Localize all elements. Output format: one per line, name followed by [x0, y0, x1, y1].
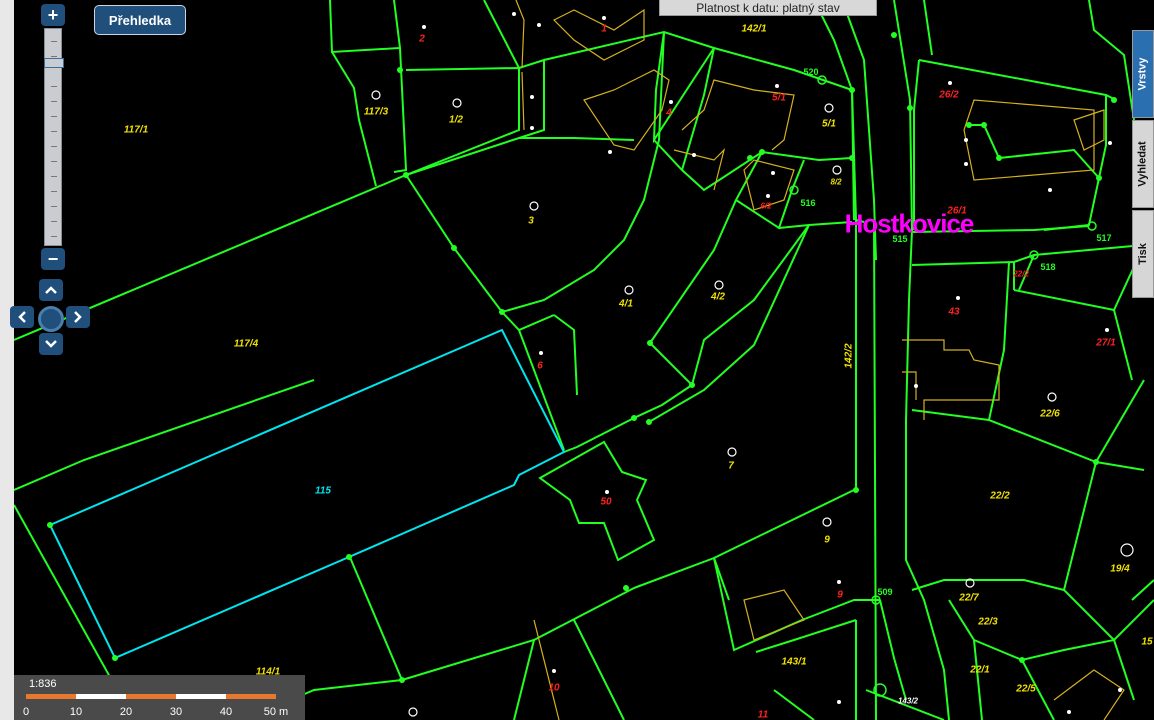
- cadastral-map[interactable]: 117/1 117/3 1/2 3 117/4 4/1 4/2 142/1 5/…: [14, 0, 1154, 720]
- building-label: 26/2: [939, 89, 959, 101]
- zoom-tick: [51, 206, 57, 207]
- zoom-slider-track[interactable]: [44, 28, 64, 246]
- building-label: 4: [666, 107, 672, 119]
- tab-print[interactable]: Tisk: [1132, 210, 1154, 298]
- zoom-tick: [51, 101, 57, 102]
- parcel-label: 22/7: [959, 592, 979, 604]
- parcel-label: 8/2: [830, 177, 842, 187]
- tab-search[interactable]: Vyhledat: [1132, 120, 1154, 208]
- validity-status-bar: Platnost k datu: platný stav: [659, 0, 877, 16]
- tab-label: Vrstvy: [1137, 57, 1149, 91]
- parcel-label: 22/5: [1016, 683, 1036, 695]
- parcel-label: 27/1: [1096, 337, 1116, 349]
- pan-down-button[interactable]: [39, 333, 63, 355]
- scale-segment: [176, 694, 226, 699]
- parcel-label: 15: [1141, 636, 1153, 648]
- parcel-label: 117/3: [363, 106, 389, 118]
- scale-tick-label: 40: [219, 706, 233, 718]
- zoom-tick: [51, 176, 57, 177]
- pan-control: [10, 279, 92, 355]
- parcel-label: 22/3: [978, 616, 998, 628]
- point-label: 516: [800, 198, 816, 208]
- point-label: 520: [803, 67, 819, 77]
- left-frame: [0, 0, 14, 720]
- zoom-in-button[interactable]: +: [41, 4, 65, 26]
- zoom-tick: [51, 41, 57, 42]
- zoom-out-button[interactable]: −: [41, 248, 65, 270]
- parcel-label: 1/2: [449, 114, 463, 126]
- side-tabs: Vrstvy Vyhledat Tisk: [1132, 30, 1154, 300]
- point-label: 509: [877, 587, 893, 597]
- overview-button[interactable]: Přehledka: [94, 5, 186, 35]
- scale-ratio: 1:836: [29, 678, 57, 690]
- zoom-tick: [51, 236, 57, 237]
- zoom-tick: [51, 191, 57, 192]
- zoom-tick: [51, 56, 57, 57]
- building-label: 43: [948, 306, 960, 318]
- building-label: 9: [837, 589, 843, 601]
- place-name-label: Hostkovice: [844, 208, 975, 239]
- parcel-label: 22/2: [990, 490, 1010, 502]
- parcel-label: 9: [824, 534, 830, 546]
- zoom-tick: [51, 116, 57, 117]
- pan-up-button[interactable]: [39, 279, 63, 301]
- scale-tick-label: 0: [22, 706, 30, 718]
- building-label: 11: [757, 709, 769, 720]
- scale-segment: [26, 694, 76, 699]
- chevron-up-icon: [45, 286, 57, 294]
- point-label: 517: [1096, 233, 1112, 243]
- building-label: 2: [419, 33, 425, 45]
- tab-label: Tisk: [1137, 243, 1149, 265]
- parcel-label: 22/6: [1040, 408, 1060, 420]
- tab-label: Vyhledat: [1137, 141, 1150, 187]
- building-label: 1: [601, 23, 607, 35]
- zoom-tick: [51, 86, 57, 87]
- parcel-label: 3: [528, 215, 534, 227]
- chevron-right-icon: [74, 311, 82, 323]
- zoom-tick: [51, 146, 57, 147]
- building-label: 6: [537, 360, 543, 372]
- parcel-label: 7: [728, 460, 734, 472]
- scale-tick-label: 10: [69, 706, 83, 718]
- parcel-label: 4/2: [711, 291, 725, 303]
- zoom-tick: [51, 161, 57, 162]
- scale-bar: [26, 694, 278, 699]
- scale-box: 1:836 0 10 20 30 40 50 m: [14, 675, 305, 720]
- parcel-label: 117/1: [123, 124, 149, 136]
- selected-parcel-label: 115: [315, 485, 331, 497]
- building-label: 6/2: [760, 201, 772, 211]
- zoom-control: + −: [41, 4, 65, 270]
- point-label: 518: [1040, 262, 1056, 272]
- chevron-down-icon: [45, 340, 57, 348]
- scale-segment: [126, 694, 176, 699]
- scale-tick-label: 30: [169, 706, 183, 718]
- pan-center-button[interactable]: [38, 306, 64, 332]
- zoom-slider-handle[interactable]: [44, 58, 64, 68]
- parcel-label: 143/1: [781, 656, 807, 668]
- parcel-label: 4/1: [619, 298, 633, 310]
- scale-tick-label: 20: [119, 706, 133, 718]
- parcel-lines: [14, 0, 1154, 720]
- chevron-left-icon: [18, 311, 26, 323]
- parcel-label: 142/1: [741, 23, 767, 35]
- scale-segment: [76, 694, 126, 699]
- parcel-label: 142/2: [843, 343, 855, 369]
- scale-tick-label: 50 m: [263, 706, 289, 718]
- pan-right-button[interactable]: [66, 306, 90, 328]
- scale-segment: [226, 694, 276, 699]
- parcel-label: 5/1: [822, 118, 836, 130]
- parcel-label: 22/1: [970, 664, 990, 676]
- parcel-label: 19/4: [1110, 563, 1130, 575]
- parcel-label: 117/4: [233, 338, 259, 350]
- zoom-tick: [51, 221, 57, 222]
- building-label: 22/2: [1013, 269, 1029, 279]
- building-label: 5/1: [772, 92, 786, 104]
- building-label: 10: [548, 682, 560, 694]
- building-label: 50: [600, 496, 612, 508]
- pan-left-button[interactable]: [10, 306, 34, 328]
- point-label: 143/2: [897, 696, 919, 706]
- tab-layers[interactable]: Vrstvy: [1132, 30, 1154, 118]
- zoom-tick: [51, 131, 57, 132]
